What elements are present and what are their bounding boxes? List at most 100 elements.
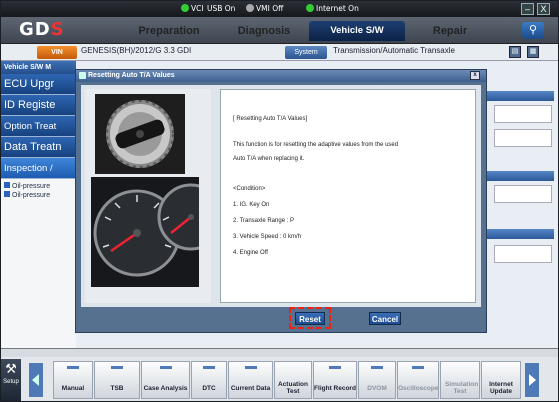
instructions-panel: [ Resetting Auto T/A Values] This functi…: [220, 89, 476, 303]
internet-state: On: [348, 4, 359, 13]
toolbar-label: Current Data: [230, 385, 271, 392]
vmi-state: Off: [272, 4, 284, 13]
vmi-status: VMI Off: [246, 4, 283, 13]
condition-item: 2. Transaxle Range : P: [233, 218, 295, 224]
toolbar-case-analysis[interactable]: Case Analysis: [141, 361, 190, 399]
current-data-icon: [244, 366, 257, 369]
instruction-title: [ Resetting Auto T/A Values]: [233, 116, 308, 122]
search-icon: ⚲: [528, 24, 538, 36]
toolbar-label: DTC: [202, 385, 216, 392]
condition-item: 4. Engine Off: [233, 250, 268, 256]
tsb-icon: [111, 366, 123, 369]
toolbar-dtc[interactable]: DTC: [191, 361, 227, 399]
setup-button[interactable]: ⚒ Setup: [1, 359, 21, 401]
toolbar-oscilloscope[interactable]: Oscilloscope: [397, 361, 439, 399]
system-button[interactable]: System: [285, 46, 327, 59]
vci-status: VCI: [181, 4, 204, 13]
close-window-button[interactable]: X: [537, 3, 550, 15]
scroll-right-button[interactable]: [525, 363, 539, 397]
minimize-button[interactable]: –: [521, 3, 534, 15]
toolbar-simulation-test[interactable]: Simulation Test: [440, 361, 480, 399]
toolbar-label: Flight Record: [314, 385, 356, 392]
vehicle-info-bar: VIN GENESIS(BH)/2012/G 3.3 GDI System Tr…: [1, 44, 558, 61]
usb-status: USB On: [207, 4, 236, 13]
panel-header: [486, 229, 554, 239]
vin-button[interactable]: VIN: [37, 46, 77, 59]
dialog-close-button[interactable]: x: [470, 71, 480, 80]
main-nav: GDS Preparation Diagnosis Vehicle S/W Ma…: [1, 17, 558, 56]
toolbar-tsb[interactable]: TSB: [94, 361, 140, 399]
panel-field: [494, 245, 552, 263]
cancel-button[interactable]: Cancel: [369, 312, 401, 325]
sidebar-item-id-register[interactable]: ID Registe: [1, 95, 76, 116]
reset-button[interactable]: Reset: [295, 312, 325, 325]
instruction-text: Auto T/A when replacing it.: [233, 156, 305, 162]
vmi-status-icon: [246, 4, 254, 12]
panel-field: [494, 105, 552, 123]
setup-label: Setup: [3, 379, 19, 385]
toolbar-flight-record[interactable]: Flight Record: [313, 361, 357, 399]
checkbox-icon: [4, 182, 10, 188]
internet-status-icon: [306, 4, 314, 12]
print-icon[interactable]: ▤: [509, 46, 521, 58]
toolbar-label: DVOM: [367, 385, 387, 392]
tab-vehicle-sw-management[interactable]: Vehicle S/W Management: [309, 21, 405, 56]
tab-preparation[interactable]: Preparation: [119, 21, 219, 41]
dvom-icon: [371, 366, 383, 369]
panel-header: [486, 171, 554, 181]
condition-heading: <Condition>: [233, 186, 266, 192]
system-value: Transmission/Automatic Transaxle: [333, 46, 455, 55]
sidebar-item-ecu-upgrade[interactable]: ECU Upgr: [1, 74, 76, 95]
instrument-cluster-image: [91, 177, 199, 287]
tab-diagnosis[interactable]: Diagnosis: [219, 21, 309, 41]
internet-status: Internet On: [306, 4, 359, 13]
sidebar-header: Vehicle S/W M: [1, 61, 76, 74]
manual-icon: [67, 366, 79, 369]
bottom-toolbar: ⚒ Setup Manual TSB Case Analysis DTC Cur…: [1, 348, 558, 401]
flight-record-icon: [329, 366, 341, 369]
dtc-icon: [203, 366, 215, 369]
vmi-label: VMI: [256, 4, 270, 13]
logo-main: GD: [19, 19, 51, 40]
vehicle-model: GENESIS(BH)/2012/G 3.3 GDI: [81, 46, 192, 55]
gds-logo: GDS: [19, 19, 107, 41]
toolbar-current-data[interactable]: Current Data: [228, 361, 273, 399]
vci-label: VCI: [191, 4, 204, 13]
toolbar-label: Actuation Test: [278, 381, 308, 395]
sidebar-item-option-treatment[interactable]: Option Treat: [1, 116, 76, 137]
sidebar-subitem-oil-pressure-2[interactable]: Oil-pressure: [1, 191, 76, 200]
toolbar-manual[interactable]: Manual: [53, 361, 93, 399]
dialog-title: Resetting Auto T/A Values: [88, 72, 175, 79]
toolbar-internet-update[interactable]: Internet Update: [481, 361, 521, 399]
horizontal-scrollbar[interactable]: [1, 349, 558, 357]
condition-item: 1. IG. Key On: [233, 202, 270, 208]
ignition-key-image: [95, 94, 185, 174]
panel-field: [494, 185, 552, 203]
toolbar-label: TSB: [110, 385, 124, 392]
toolbar-dvom[interactable]: DVOM: [358, 361, 396, 399]
sidebar-item-inspection[interactable]: Inspection /: [1, 158, 76, 179]
search-button[interactable]: ⚲: [522, 22, 544, 39]
instruction-text: This function is for resetting the adapt…: [233, 142, 399, 148]
toolbar-label: Case Analysis: [143, 385, 188, 392]
sidebar-subitem-oil-pressure-1[interactable]: Oil-pressure: [1, 182, 76, 191]
subitem-label: Oil-pressure: [12, 192, 51, 199]
dialog-body: [ Resetting Auto T/A Values] This functi…: [81, 85, 481, 307]
arrow-right-icon: [529, 374, 536, 386]
toolbar-label: Oscilloscope: [398, 385, 439, 392]
capture-icon[interactable]: ▦: [527, 46, 539, 58]
dialog-title-bar: Resetting Auto T/A Values x: [76, 70, 486, 82]
scroll-left-button[interactable]: [29, 363, 43, 397]
vci-status-icon: [181, 4, 189, 12]
condition-item: 3. Vehicle Speed : 0 km/h: [233, 234, 302, 240]
panel-field: [494, 129, 552, 147]
oscilloscope-icon: [412, 366, 424, 369]
sidebar-item-data-treatment[interactable]: Data Treatn: [1, 137, 76, 158]
toolbar-actuation-test[interactable]: Actuation Test: [274, 361, 312, 399]
logo-accent: S: [50, 19, 65, 40]
case-analysis-icon: [159, 366, 172, 369]
toolbar-label: Simulation Test: [445, 381, 479, 395]
tab-repair[interactable]: Repair: [405, 21, 495, 41]
panel-header: [486, 91, 554, 101]
app-window: VCI USB On VMI Off Internet On – X GDS P…: [0, 0, 559, 402]
